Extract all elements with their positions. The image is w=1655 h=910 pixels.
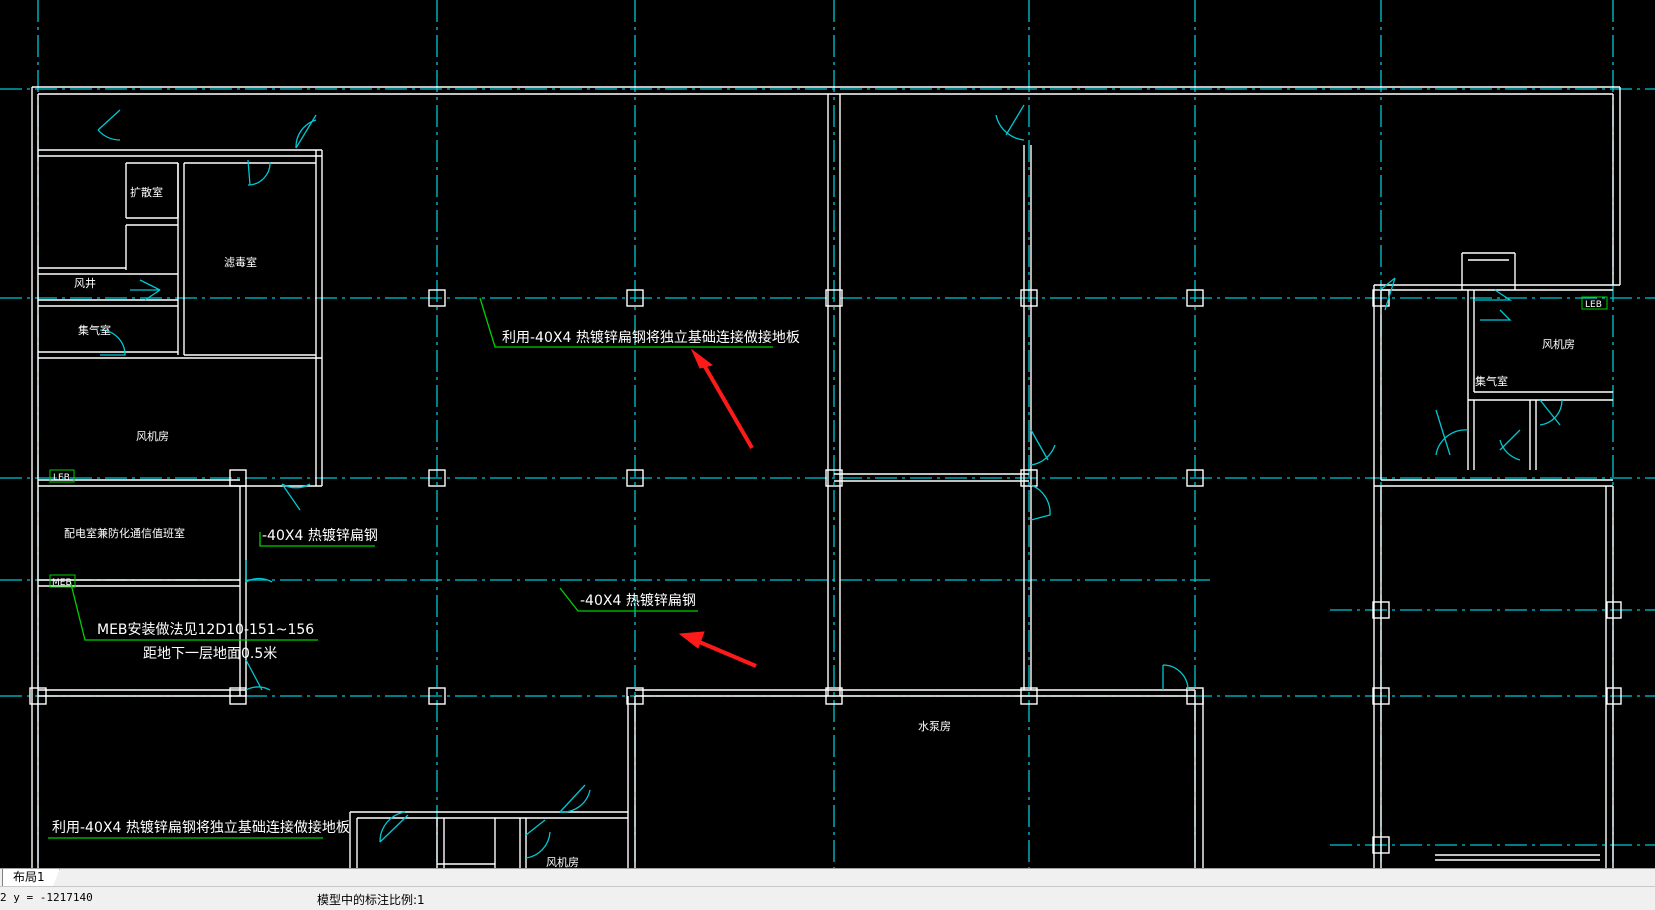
tab-layout1[interactable]: 布局1 (2, 869, 60, 887)
note-meb-height: 距地下一层地面0.5米 (143, 646, 277, 662)
annotation-scale-readout: 模型中的标注比例:1 (317, 893, 425, 907)
red-arrow-top (698, 356, 754, 450)
note-steel-center: -40X4 热镀锌扁钢 (580, 592, 696, 609)
note-ground-top: 利用-40X4 热镀锌扁钢将独立基础连接做接地板 (502, 329, 800, 346)
layout-tab-bar: 布局1 (0, 868, 1655, 887)
note-ground-bottom: 利用-40X4 热镀锌扁钢将独立基础连接做接地板 (52, 819, 350, 836)
leaders (48, 297, 773, 839)
room-pump: 水泵房 (918, 720, 951, 733)
room-air-collect-left: 集气室 (78, 323, 111, 337)
note-steel-left: -40X4 热镀锌扁钢 (262, 527, 378, 544)
doors (97, 104, 1563, 859)
tag-leb-left: LEB (53, 473, 70, 483)
room-decon: 滤毒室 (224, 255, 257, 269)
room-distribution: 配电室兼防化通信值班室 (64, 526, 185, 540)
status-bar: 2 y = -1217140 模型中的标注比例:1 (0, 886, 1655, 910)
room-fan-right: 风机房 (1542, 337, 1575, 351)
note-meb-install: MEB安装做法见12D10-151~156 (97, 622, 314, 638)
columns (29, 289, 1622, 854)
red-arrows (678, 348, 757, 668)
room-fan-bottom: 风机房 (546, 855, 579, 868)
cad-drawing-canvas[interactable]: LEB MEB LEB 扩散室 滤毒室 风井 集气室 风机房 配电室兼防化通信值… (0, 0, 1655, 868)
coordinate-readout: 2 y = -1217140 (0, 891, 93, 904)
tag-meb-left: MEB (52, 578, 72, 588)
room-shaft: 风井 (74, 276, 96, 290)
room-fan-left: 风机房 (136, 429, 169, 443)
room-air-collect-right: 集气室 (1475, 374, 1508, 388)
tag-leb-right: LEB (1585, 300, 1602, 310)
room-expansion: 扩散室 (130, 185, 163, 199)
